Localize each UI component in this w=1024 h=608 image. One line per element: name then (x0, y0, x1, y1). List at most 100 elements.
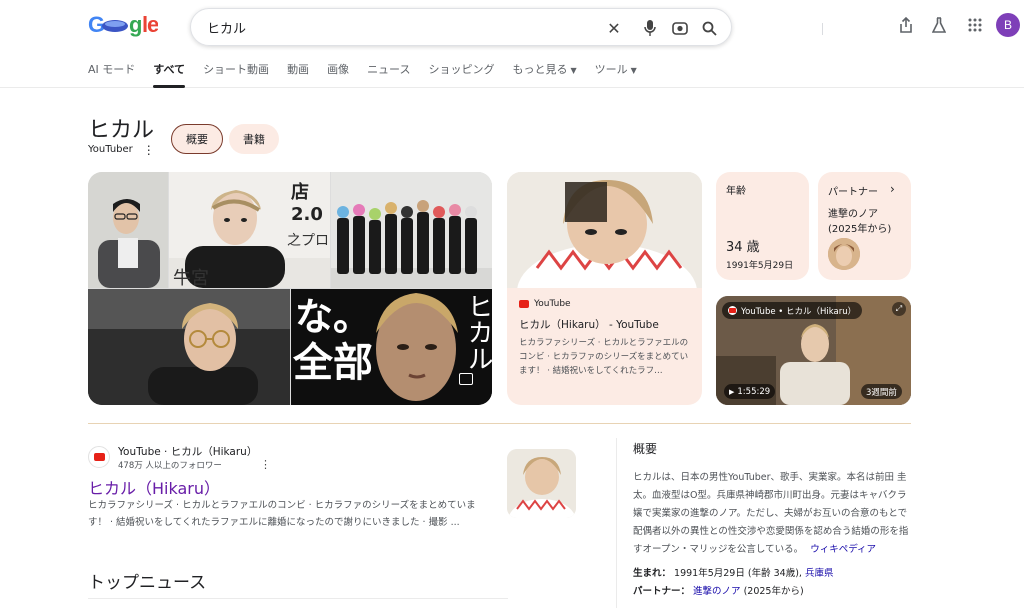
chevron-right-icon: › (890, 182, 895, 196)
event-backdrop-text: 牛宮 (173, 268, 209, 288)
age-value: 34 歳 (726, 240, 760, 255)
section-divider (88, 423, 911, 424)
account-avatar[interactable]: B (996, 13, 1020, 37)
result-followers: 478万 人以上のフォロワー (118, 461, 222, 471)
image-tile[interactable] (331, 172, 492, 288)
youtube-icon (728, 306, 737, 315)
video-age-badge: 3週間前 (861, 384, 902, 399)
tab-label: ツール (594, 63, 628, 76)
image-collage[interactable]: 店 2.0 之プロ 牛宮 な。 全部 ヒカル (88, 172, 492, 405)
tab-ai-mode[interactable]: AI モード (88, 62, 135, 86)
more-options-icon[interactable]: ⋮ (260, 458, 271, 471)
tab-label: もっと見る (512, 63, 568, 76)
youtube-card[interactable]: YouTube ヒカル（Hikaru） - YouTube ヒカラファシリーズ … (507, 172, 702, 405)
event-backdrop-text: 店 2.0 (291, 182, 323, 225)
poster-text: な。 (295, 295, 372, 339)
search-icon[interactable] (699, 18, 719, 38)
result-snippet: ヒカラファシリーズ · ヒカルとラファエルのコンビ · ヒカラファのシリーズをま… (88, 500, 476, 528)
video-duration-badge: ▶ 1:55:29 (724, 384, 776, 399)
tab-label: すべて (153, 63, 186, 76)
labs-flask-icon[interactable] (928, 14, 950, 36)
svg-text:G: G (88, 12, 104, 37)
search-tabs: AI モード すべて ショート動画 動画 画像 ニュース ショッピング もっと見… (88, 62, 655, 88)
tab-label: ショッピング (428, 63, 495, 76)
clear-icon[interactable]: ✕ (604, 18, 624, 38)
result-thumbnail[interactable] (507, 449, 576, 518)
tab-label: 画像 (327, 63, 350, 76)
google-logo-graphic: G g l e (88, 12, 160, 37)
video-ago: 3週間前 (866, 387, 897, 398)
lens-icon[interactable] (670, 18, 690, 38)
youtube-source: YouTube (519, 299, 571, 309)
partner-row-link[interactable]: 進撃のノア (693, 586, 741, 597)
more-options-icon[interactable]: ⋮ (143, 144, 155, 156)
wikipedia-link[interactable]: ウィキペディア (810, 544, 876, 555)
caret-down-icon: ▼ (630, 66, 637, 75)
microphone-icon[interactable] (640, 18, 660, 38)
poster-text: 全部 (293, 340, 373, 386)
tab-images[interactable]: 画像 (327, 62, 349, 86)
partner-row: パートナー： 進撃のノア (2025年から) (633, 583, 912, 597)
share-icon[interactable] (895, 14, 917, 36)
expand-icon[interactable]: ⤢ (892, 302, 906, 316)
youtube-card-desc: ヒカラファシリーズ · ヒカルとラファエルのコンビ · ヒカラファのシリーズをま… (519, 338, 689, 376)
search-input[interactable] (207, 17, 587, 37)
image-icon (459, 373, 473, 385)
image-tile[interactable] (88, 289, 290, 405)
entity-type: YouTuber (88, 144, 133, 155)
tab-videos[interactable]: 動画 (287, 62, 309, 86)
search-box[interactable]: ✕ (190, 8, 823, 46)
partner-row-label: パートナー： (633, 586, 691, 597)
video-channel-label: YouTube • ヒカル（Hikaru） (741, 306, 857, 317)
youtube-source-label: YouTube (534, 299, 571, 309)
image-tile[interactable]: 店 2.0 之プロ 牛宮 (169, 172, 330, 288)
born-label: 生まれ： (633, 568, 672, 579)
site-favicon (88, 446, 110, 468)
video-card[interactable]: YouTube • ヒカル（Hikaru） ⤢ ▶ 1:55:29 3週間前 (716, 296, 911, 405)
poster-vertical-text: ヒカル (463, 293, 492, 371)
birth-date: 1991年5月29日 (726, 261, 794, 271)
born-value: 1991年5月29日 (年齢 34歳), (674, 568, 802, 579)
tab-label: 動画 (287, 63, 310, 76)
result-site[interactable]: YouTube · ヒカル（Hikaru） (118, 444, 257, 459)
avatar-initial: B (1003, 18, 1012, 32)
header: G g l e ✕ B AI モード すべて ショート動画 動画 (0, 0, 1024, 88)
caret-down-icon: ▼ (570, 66, 577, 75)
tab-more[interactable]: もっと見る ▼ (513, 62, 577, 86)
overview-panel: 概要 ヒカルは、日本の男性YouTuber、歌手、実業家。本名は前田 圭太。血液… (616, 438, 912, 608)
event-backdrop-text: 之プロ (287, 233, 329, 249)
chip-books[interactable]: 書籍 (229, 124, 279, 154)
entity-subtitle: YouTuber ⋮ (88, 144, 155, 156)
image-tile[interactable] (88, 172, 168, 288)
tab-news[interactable]: ニュース (367, 62, 410, 86)
tab-shopping[interactable]: ショッピング (429, 62, 495, 86)
play-icon: ▶ (729, 387, 735, 396)
age-label: 年齢 (726, 186, 746, 197)
chip-label: 概要 (186, 133, 208, 146)
partner-name: 進撃のノア (828, 209, 878, 220)
partner-label: パートナー (828, 187, 878, 198)
google-logo[interactable]: G g l e (88, 12, 160, 45)
partner-row-note: (2025年から) (743, 586, 804, 597)
tab-tools[interactable]: ツール ▼ (595, 62, 637, 86)
born-row: 生まれ： 1991年5月29日 (年齢 34歳), 兵庫県 (633, 565, 912, 579)
video-duration: 1:55:29 (737, 386, 771, 397)
tab-short-videos[interactable]: ショート動画 (203, 62, 269, 86)
partner-avatar (828, 238, 860, 270)
partner-card[interactable]: パートナー › 進撃のノア (2025年から) (818, 172, 911, 280)
chip-label: 書籍 (243, 133, 265, 146)
overview-text: ヒカルは、日本の男性YouTuber、歌手、実業家。本名は前田 圭太。血液型はO… (633, 472, 909, 555)
search-divider (822, 23, 823, 35)
image-tile[interactable]: な。 全部 ヒカル (291, 289, 492, 405)
overview-heading: 概要 (633, 442, 658, 456)
age-card[interactable]: 年齢 34 歳 1991年5月29日 (716, 172, 809, 280)
apps-grid-icon[interactable] (964, 14, 986, 36)
youtube-icon (93, 453, 105, 461)
tab-all[interactable]: すべて (153, 62, 186, 88)
chip-overview[interactable]: 概要 (171, 124, 223, 154)
entity-title: ヒカル (88, 118, 155, 143)
born-place-link[interactable]: 兵庫県 (805, 568, 834, 579)
tab-label: ショート動画 (203, 63, 270, 76)
youtube-card-title[interactable]: ヒカル（Hikaru） - YouTube (519, 317, 659, 332)
result-title-link[interactable]: ヒカル（Hikaru） (88, 475, 220, 499)
